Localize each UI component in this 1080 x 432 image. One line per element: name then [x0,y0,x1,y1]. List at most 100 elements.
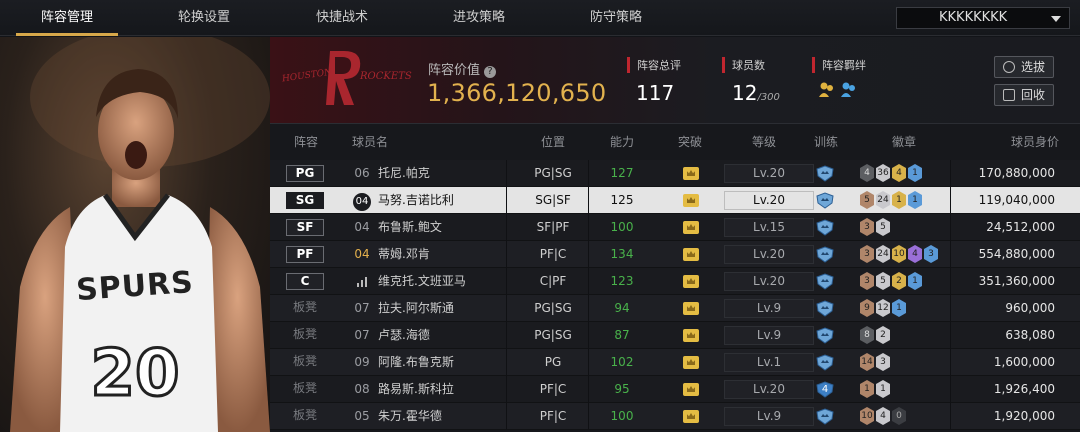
crown-icon[interactable] [683,329,699,342]
badge-list[interactable]: 11 [860,380,892,399]
slot-label[interactable]: SF [286,219,324,236]
badge-list[interactable]: 3521 [860,272,924,291]
crown-icon[interactable] [683,275,699,288]
jersey-number [352,268,372,295]
chevron-down-icon [1051,16,1061,22]
crown-icon[interactable] [683,167,699,180]
table-row[interactable]: 板凳 08 路易斯.斯科拉 PF|C 95 Lv.20 4 11 1,926,4… [270,376,1080,403]
copy-icon [1003,89,1015,101]
badge-list[interactable]: 10 4 0 [860,407,908,426]
player-name[interactable]: 马努.吉诺比利 [378,187,454,214]
player-price: 119,040,000 [978,193,1055,207]
table-row[interactable]: PF 04 蒂姆.邓肯 PF|C 134 Lv.20 3 24 10 4 3 554,8… [270,241,1080,268]
table-header: 阵容 球员名 位置 能力 突破 等级 训练 徽章 球员身价 [270,124,1080,160]
table-row[interactable]: 板凳 07 卢瑟.海德 PG|SG 87 Lv.9 82 638,080 [270,322,1080,349]
badge-list[interactable]: 14 3 [860,353,892,372]
crown-icon[interactable] [683,383,699,396]
training-shield-icon[interactable] [815,408,835,425]
player-price: 170,880,000 [978,166,1055,180]
player-name[interactable]: 拉夫.阿尔斯通 [378,295,454,322]
badge-icon: 0 [892,407,906,425]
badge-list[interactable]: 5 24 1 1 [860,191,924,210]
slot-label[interactable]: PF [286,246,324,263]
training-shield-icon[interactable] [815,354,835,371]
player-count-label: 球员数 [722,57,765,73]
featured-player-art: SPURS 20 [0,37,270,432]
player-position: PG|SG [534,301,572,315]
player-position: C|PF [539,274,567,288]
player-name[interactable]: 路易斯.斯科拉 [378,376,454,403]
help-icon[interactable]: ? [484,66,497,78]
player-ability: 127 [610,166,634,180]
team-select-value: KKKKKKKK [939,10,1008,25]
top-tab-bar: 阵容管理 轮换设置 快捷战术 进攻策略 防守策略 KKKKKKKK [0,0,1080,36]
badge-list[interactable]: 3 24 10 4 3 [860,245,940,264]
training-shield-icon[interactable] [815,246,835,263]
table-row[interactable]: 板凳 09 阿隆.布鲁克斯 PG 102 Lv.1 14 3 1,600,000 [270,349,1080,376]
player-name[interactable]: 卢瑟.海德 [378,322,430,349]
crown-icon[interactable] [683,248,699,261]
training-shield-icon[interactable] [815,300,835,317]
badge-list[interactable]: 82 [860,326,892,345]
table-row[interactable]: PG 06 托尼.帕克 PG|SG 127 Lv.20 4 36 4 1 170,88… [270,160,1080,187]
table-row[interactable]: 板凳 05 朱万.霍华德 PF|C 100 Lv.9 10 4 0 1,920,00… [270,403,1080,430]
training-shield-icon[interactable] [815,192,835,209]
player-level: Lv.1 [724,353,814,372]
player-position: PG|SG [534,166,572,180]
slot-label[interactable]: PG [286,165,324,182]
player-name[interactable]: 朱万.霍华德 [378,403,442,430]
table-row[interactable]: C 维克托.文班亚马 C|PF 123 Lv.20 3521 351,360,0… [270,268,1080,295]
player-ability: 102 [610,355,634,369]
tab-defense-strategy[interactable]: 防守策略 [568,0,664,36]
training-shield-icon[interactable] [815,273,835,290]
lineup-value-label: 阵容价值? [428,59,497,78]
slot-label[interactable]: 板凳 [286,408,324,425]
jersey-number: 07 [354,301,370,315]
player-name[interactable]: 布鲁斯.鲍文 [378,214,442,241]
crown-icon[interactable] [683,410,699,423]
player-price: 351,360,000 [978,274,1055,288]
logo-text-right: ROCKETS [360,71,412,82]
badge-icon: 1 [876,380,890,398]
recycle-button[interactable]: 回收 [994,84,1054,106]
crown-icon[interactable] [683,221,699,234]
player-ability: 100 [610,220,634,234]
player-ability: 95 [614,382,630,396]
tab-quick-tactics[interactable]: 快捷战术 [294,0,390,36]
badge-list[interactable]: 9 12 1 [860,299,908,318]
table-row[interactable]: 板凳 07 拉夫.阿尔斯通 PG|SG 94 Lv.9 9 12 1 960,000 [270,295,1080,322]
training-shield-icon[interactable] [815,327,835,344]
player-level: Lv.9 [724,326,814,345]
crown-icon[interactable] [683,356,699,369]
training-shield-icon[interactable] [815,219,835,236]
crown-icon[interactable] [683,194,699,207]
slot-label[interactable]: 板凳 [286,354,324,371]
player-name[interactable]: 维克托.文班亚马 [378,268,466,295]
jersey-number: 20 [89,336,181,413]
table-row[interactable]: SF 04 布鲁斯.鲍文 SF|PF 100 Lv.15 35 24,512,0… [270,214,1080,241]
select-button[interactable]: 选拔 [994,56,1054,78]
team-select-dropdown[interactable]: KKKKKKKK [896,7,1070,29]
slot-label[interactable]: C [286,273,324,290]
slot-label[interactable]: 板凳 [286,300,324,317]
badge-list[interactable]: 35 [860,218,892,237]
slot-label[interactable]: 板凳 [286,327,324,344]
tab-lineup-management[interactable]: 阵容管理 [16,0,118,36]
slot-label[interactable]: 板凳 [286,381,324,398]
tab-rotation-settings[interactable]: 轮换设置 [156,0,252,36]
crown-icon[interactable] [683,302,699,315]
player-ability: 100 [610,409,634,423]
player-ability: 123 [610,274,634,288]
training-shield-icon[interactable] [815,165,835,182]
tab-offense-strategy[interactable]: 进攻策略 [431,0,527,36]
player-name[interactable]: 蒂姆.邓肯 [378,241,430,268]
player-name[interactable]: 托尼.帕克 [378,160,430,187]
badge-icon: 36 [876,164,890,182]
col-level: 等级 [751,135,776,149]
slot-label[interactable]: SG [286,192,324,209]
col-badges: 徽章 [891,135,916,149]
badge-list[interactable]: 4 36 4 1 [860,164,924,183]
table-row[interactable]: SG 04 马努.吉诺比利 SG|SF 125 Lv.20 5 24 1 1 119,… [270,187,1080,214]
bond-icons[interactable] [818,81,860,99]
player-name[interactable]: 阿隆.布鲁克斯 [378,349,454,376]
